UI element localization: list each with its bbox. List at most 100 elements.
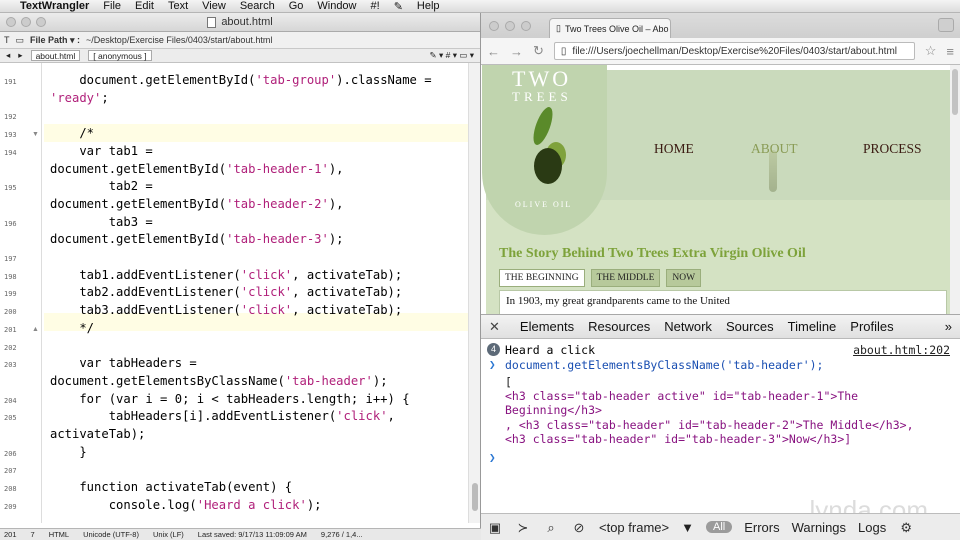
chrome-zoom-button[interactable]	[521, 21, 531, 31]
code-editor[interactable]: document.getElementById('tab-group').cla…	[44, 63, 468, 523]
filter-errors[interactable]: Errors	[744, 520, 779, 535]
nav-home[interactable]: HOME	[654, 141, 694, 157]
logo-badge[interactable]: TWO TREES OLIVE OIL	[482, 65, 607, 235]
tab-middle[interactable]: THE MIDDLE	[590, 269, 661, 287]
menu-text[interactable]: Text	[168, 0, 188, 12]
code-line[interactable]: var tabHeaders =	[50, 355, 196, 372]
function-selector[interactable]: [ anonymous ]	[88, 50, 152, 61]
menu-app-name[interactable]: TextWrangler	[20, 0, 89, 12]
code-line[interactable]: tab2 =	[50, 178, 153, 195]
status-encoding[interactable]: Unicode (UTF-8)	[83, 530, 139, 539]
frame-selector[interactable]: <top frame>	[599, 520, 669, 535]
text-tool-icon[interactable]: T	[4, 35, 10, 45]
code-line[interactable]: tab3.addEventListener('click', activateT…	[50, 302, 402, 319]
tab-beginning[interactable]: THE BEGINNING	[499, 269, 585, 287]
back-icon[interactable]: ←	[487, 44, 500, 59]
console-prompt-icon[interactable]: ❯	[489, 451, 496, 464]
zoom-window-button[interactable]	[36, 17, 46, 27]
close-devtools-icon[interactable]: ✕	[489, 319, 500, 335]
fold-marker-icon[interactable]: ▲	[32, 326, 39, 333]
code-line[interactable]: tab2.addEventListener('click', activateT…	[50, 284, 402, 301]
nav-back-icon[interactable]: ◂	[6, 50, 10, 61]
code-line[interactable]: tabHeaders[i].addEventListener('click',	[50, 408, 395, 425]
chrome-minimize-button[interactable]	[505, 21, 515, 31]
result-element-1-cont[interactable]: Beginning</h3>	[481, 403, 960, 417]
result-element-1[interactable]: <h3 class="tab-header active" id="tab-he…	[481, 389, 960, 403]
nav-about[interactable]: ABOUT	[751, 141, 798, 157]
close-window-button[interactable]	[6, 17, 16, 27]
filter-logs[interactable]: Logs	[858, 520, 886, 535]
code-line[interactable]: var tab1 =	[50, 143, 152, 160]
filter-warnings[interactable]: Warnings	[792, 520, 846, 535]
console-output[interactable]: 4 Heard a click about.html:202 ❯ documen…	[481, 341, 960, 511]
browser-tab[interactable]: ▯ Two Trees Olive Oil – Abo ×	[549, 18, 671, 38]
log-source-link[interactable]: about.html:202	[853, 343, 950, 357]
code-line[interactable]: tab1.addEventListener('click', activateT…	[50, 267, 402, 284]
tab-sources[interactable]: Sources	[726, 319, 774, 334]
profile-icon[interactable]	[938, 18, 954, 32]
page-scroll-thumb[interactable]	[952, 69, 958, 115]
tab-network[interactable]: Network	[664, 319, 712, 334]
address-bar[interactable]: ▯ file:///Users/joechellman/Desktop/Exer…	[553, 42, 915, 60]
console-drawer-icon[interactable]: ≻	[515, 520, 531, 535]
dock-icon[interactable]: ▣	[487, 520, 503, 535]
tab-profiles[interactable]: Profiles	[850, 319, 893, 334]
panel-text: In 1903, my great grandparents came to t…	[506, 295, 730, 307]
menu-script-icon[interactable]: ✎	[394, 0, 403, 13]
result-element-3[interactable]: <h3 class="tab-header" id="tab-header-3"…	[481, 432, 960, 446]
code-line[interactable]: console.log('Heard a click');	[50, 497, 322, 514]
code-line[interactable]: */	[50, 320, 94, 337]
search-icon[interactable]: ⌕	[543, 520, 559, 535]
tab-now[interactable]: NOW	[666, 269, 702, 287]
frame-dropdown-icon[interactable]: ▼	[681, 520, 694, 535]
code-line[interactable]: 'ready';	[50, 90, 109, 107]
code-line[interactable]: document.getElementById('tab-header-1'),	[50, 161, 344, 178]
chrome-window: ▯ Two Trees Olive Oil – Abo × ← → ↻ ▯ fi…	[481, 13, 960, 540]
code-line[interactable]: function activateTab(event) {	[50, 479, 292, 496]
code-line[interactable]: document.getElementById('tab-header-3');	[50, 231, 344, 248]
line-number: 203	[4, 361, 17, 370]
status-linebreaks[interactable]: Unix (LF)	[153, 530, 184, 539]
editor-scrollbar[interactable]	[468, 63, 480, 523]
chrome-close-button[interactable]	[489, 21, 499, 31]
code-line[interactable]: document.getElementsByClassName('tab-hea…	[50, 373, 388, 390]
forward-icon[interactable]: →	[510, 44, 523, 59]
menu-shebang[interactable]: #!	[371, 0, 380, 12]
menu-search[interactable]: Search	[240, 0, 275, 12]
status-language[interactable]: HTML	[49, 530, 69, 539]
menu-file[interactable]: File	[103, 0, 121, 12]
editor-scroll-thumb[interactable]	[472, 483, 478, 511]
fold-marker-icon[interactable]: ▼	[32, 131, 39, 138]
menu-go[interactable]: Go	[289, 0, 304, 12]
settings-gear-icon[interactable]: ⚙	[898, 520, 914, 535]
code-line[interactable]: for (var i = 0; i < tabHeaders.length; i…	[50, 391, 409, 408]
code-line[interactable]: document.getElementById('tab-header-2'),	[50, 196, 344, 213]
tab-resources[interactable]: Resources	[588, 319, 650, 334]
code-line[interactable]: activateTab);	[50, 426, 145, 443]
code-line[interactable]: document.getElementById('tab-group').cla…	[50, 72, 431, 89]
menu-icon[interactable]: ≡	[946, 44, 954, 59]
tab-timeline[interactable]: Timeline	[788, 319, 837, 334]
file-path-menu[interactable]: File Path ▾ :	[30, 35, 80, 46]
minimize-window-button[interactable]	[21, 17, 31, 27]
file-selector[interactable]: about.html	[30, 50, 81, 61]
code-line[interactable]: /*	[50, 125, 94, 142]
reload-icon[interactable]: ↻	[533, 43, 544, 59]
menu-view[interactable]: View	[202, 0, 226, 12]
menu-edit[interactable]: Edit	[135, 0, 154, 12]
result-element-2[interactable]: , <h3 class="tab-header" id="tab-header-…	[481, 418, 960, 432]
menu-window[interactable]: Window	[317, 0, 356, 12]
nav-forward-icon[interactable]: ▸	[18, 50, 22, 61]
sidebar-toggle-icon[interactable]: ▭	[16, 35, 25, 46]
nav-process[interactable]: PROCESS	[863, 141, 922, 157]
filter-all[interactable]: All	[705, 521, 733, 533]
tab-elements[interactable]: Elements	[520, 319, 574, 334]
more-tabs-icon[interactable]: »	[945, 319, 952, 334]
tools-icons[interactable]: ✎ ▾ # ▾ ▭ ▾	[430, 50, 475, 61]
clear-console-icon[interactable]: ⊘	[571, 520, 587, 535]
menu-help[interactable]: Help	[417, 0, 440, 12]
bookmark-star-icon[interactable]: ☆	[925, 43, 937, 59]
code-line[interactable]: }	[50, 444, 86, 461]
page-scrollbar[interactable]	[950, 65, 960, 314]
code-line[interactable]: tab3 =	[50, 214, 153, 231]
